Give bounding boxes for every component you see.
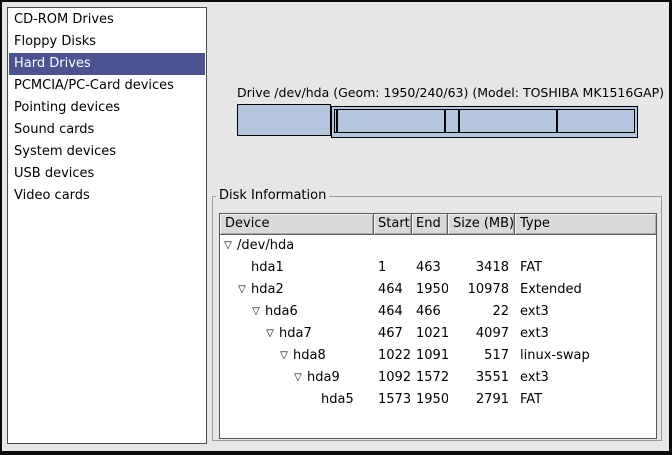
partition-segment-hda1 <box>237 104 331 136</box>
device-label: hda7 <box>279 323 312 345</box>
end-value: 463 <box>412 257 448 279</box>
start-value: 464 <box>374 301 412 323</box>
tree-row-hda5[interactable]: ▽ hda5 1573 1950 2791 FAT <box>220 389 656 411</box>
device-label: hda5 <box>321 389 354 411</box>
start-value: 1573 <box>374 389 412 411</box>
sidebar-item-sound-cards[interactable]: Sound cards <box>9 119 205 141</box>
size-value: 22 <box>448 301 515 323</box>
end-value: 1950 <box>412 389 448 411</box>
size-value: 2791 <box>448 389 515 411</box>
drive-title: Drive /dev/hda (Geom: 1950/240/63) (Mode… <box>237 85 664 100</box>
type-value: FAT <box>515 257 656 279</box>
device-label: hda9 <box>307 367 340 389</box>
partition-segment-hda9 <box>459 109 557 133</box>
size-value: 3551 <box>448 367 515 389</box>
start-value: 464 <box>374 279 412 301</box>
size-value <box>448 235 515 257</box>
tree-row-hda1[interactable]: ▽ hda1 1 463 3418 FAT <box>220 257 656 279</box>
sidebar-item-system-devices[interactable]: System devices <box>9 141 205 163</box>
column-header-device[interactable]: Device <box>220 214 374 235</box>
start-value <box>374 235 412 257</box>
type-value: ext3 <box>515 323 656 345</box>
type-value: linux-swap <box>515 345 656 367</box>
partition-segment-hda2-extended <box>331 106 638 138</box>
size-value: 4097 <box>448 323 515 345</box>
disk-table: Device Start End Size (MB) Type ▽ /dev/h… <box>219 213 657 439</box>
partition-segment-hda5 <box>557 109 635 133</box>
sidebar-item-floppy-disks[interactable]: Floppy Disks <box>9 31 205 53</box>
end-value: 466 <box>412 301 448 323</box>
disk-table-header: Device Start End Size (MB) Type <box>220 214 656 235</box>
sidebar-item-video-cards[interactable]: Video cards <box>9 185 205 207</box>
sidebar-item-usb-devices[interactable]: USB devices <box>9 163 205 185</box>
expander-icon[interactable]: ▽ <box>250 301 262 323</box>
device-label: hda1 <box>251 257 284 279</box>
device-label: hda2 <box>251 279 284 301</box>
partition-segment-hda7 <box>337 109 445 133</box>
size-value: 10978 <box>448 279 515 301</box>
sidebar-item-cdrom-drives[interactable]: CD-ROM Drives <box>9 9 205 31</box>
expander-icon[interactable]: ▽ <box>222 235 234 257</box>
start-value: 467 <box>374 323 412 345</box>
start-value: 1022 <box>374 345 412 367</box>
tree-row-hda9[interactable]: ▽ hda9 1092 1572 3551 ext3 <box>220 367 656 389</box>
end-value: 1572 <box>412 367 448 389</box>
disk-information-label: Disk Information <box>216 188 329 203</box>
expander-icon[interactable]: ▽ <box>236 279 248 301</box>
device-label: /dev/hda <box>237 235 294 257</box>
start-value: 1 <box>374 257 412 279</box>
sidebar-item-pointing-devices[interactable]: Pointing devices <box>9 97 205 119</box>
end-value: 1021 <box>412 323 448 345</box>
type-value: Extended <box>515 279 656 301</box>
column-header-type[interactable]: Type <box>515 214 656 235</box>
expander-icon[interactable]: ▽ <box>292 367 304 389</box>
type-value: ext3 <box>515 367 656 389</box>
type-value <box>515 235 656 257</box>
start-value: 1092 <box>374 367 412 389</box>
tree-row-hda2[interactable]: ▽ hda2 464 1950 10978 Extended <box>220 279 656 301</box>
expander-icon[interactable]: ▽ <box>278 345 290 367</box>
device-category-list: CD-ROM Drives Floppy Disks Hard Drives P… <box>7 7 207 444</box>
expander-icon[interactable]: ▽ <box>264 323 276 345</box>
sidebar-item-hard-drives[interactable]: Hard Drives <box>9 53 205 75</box>
tree-row-hda8[interactable]: ▽ hda8 1022 1091 517 linux-swap <box>220 345 656 367</box>
type-value: FAT <box>515 389 656 411</box>
tree-row-dev-hda[interactable]: ▽ /dev/hda <box>220 235 656 257</box>
end-value: 1950 <box>412 279 448 301</box>
device-label: hda8 <box>293 345 326 367</box>
type-value: ext3 <box>515 301 656 323</box>
end-value <box>412 235 448 257</box>
partition-segment-hda8 <box>445 109 459 133</box>
tree-row-hda6[interactable]: ▽ hda6 464 466 22 ext3 <box>220 301 656 323</box>
size-value: 517 <box>448 345 515 367</box>
column-header-end[interactable]: End <box>412 214 448 235</box>
column-header-start[interactable]: Start <box>374 214 412 235</box>
column-header-size[interactable]: Size (MB) <box>448 214 515 235</box>
device-label: hda6 <box>265 301 298 323</box>
end-value: 1091 <box>412 345 448 367</box>
sidebar-item-pcmcia-devices[interactable]: PCMCIA/PC-Card devices <box>9 75 205 97</box>
tree-row-hda7[interactable]: ▽ hda7 467 1021 4097 ext3 <box>220 323 656 345</box>
size-value: 3418 <box>448 257 515 279</box>
